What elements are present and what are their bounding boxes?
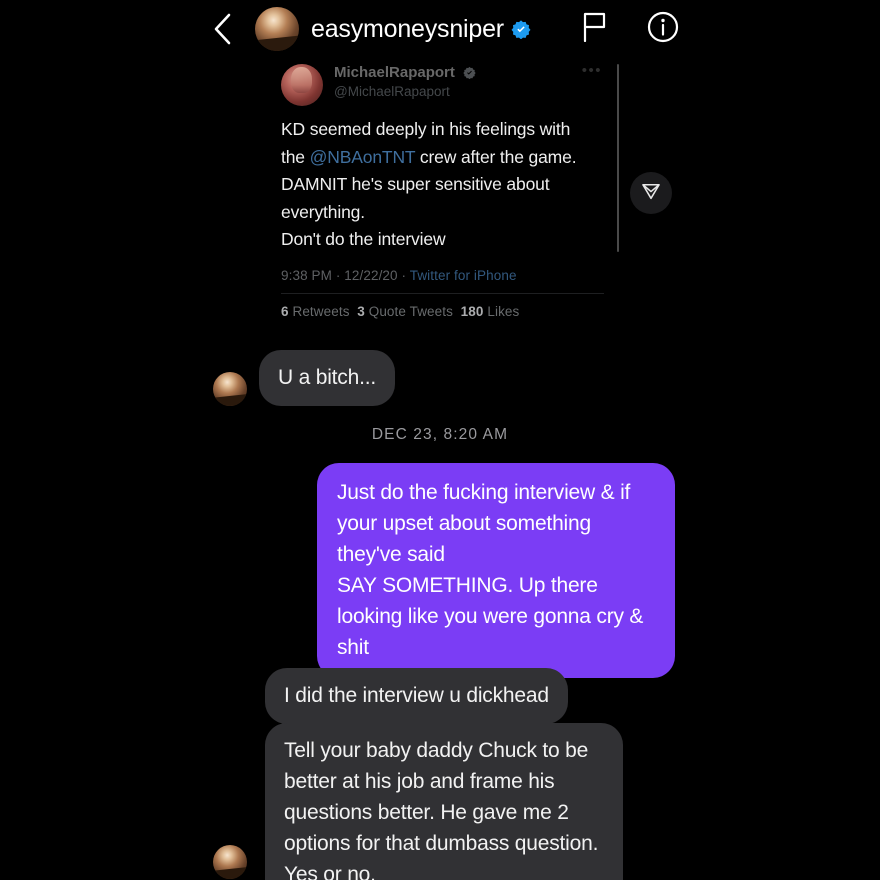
tweet-retweets-count: 6 [281, 303, 289, 319]
page-title[interactable]: easymoneysniper [311, 15, 504, 44]
tweet-quotes-count: 3 [357, 303, 365, 319]
tweet-author-avatar [281, 64, 323, 106]
tweet-body-line-2-post: crew after the game. [415, 146, 577, 167]
direct-message-screen: easymoneysniper MichaelRapaport @Michael… [0, 0, 880, 880]
tweet-retweets-label[interactable]: Retweets [292, 304, 349, 319]
send-share-icon [640, 180, 662, 207]
tweet-stats: 6 Retweets 3 Quote Tweets 180 Likes [265, 294, 620, 319]
message-bubble-incoming[interactable]: U a bitch... [259, 350, 395, 406]
message-bubble-incoming[interactable]: Tell your baby daddy Chuck to be better … [265, 723, 623, 880]
report-flag-button[interactable] [578, 12, 612, 46]
tweet-body-line-2: the @NBAonTNT crew after the game. [281, 144, 604, 172]
tweet-body-line-3: DAMNIT he's super sensitive about [281, 174, 550, 194]
tweet-date: 12/22/20 [344, 267, 398, 283]
tweet-likes-count: 180 [460, 303, 484, 319]
tweet-metadata: 9:38 PM · 12/22/20 · Twitter for iPhone [265, 254, 620, 283]
tweet-body-line-5: Don't do the interview [281, 229, 446, 249]
tweet-header: MichaelRapaport @MichaelRapaport ••• [265, 56, 620, 106]
tweet-meta-sep-2: · [397, 267, 410, 283]
avatar[interactable] [213, 372, 247, 406]
tweet-quotes-label[interactable]: Quote Tweets [369, 304, 453, 319]
verified-badge-icon [511, 19, 531, 40]
list-item: U a bitch... [213, 350, 395, 406]
info-circle-icon [647, 11, 679, 48]
back-button[interactable] [205, 12, 239, 46]
tweet-verified-badge-icon [463, 65, 476, 80]
tweet-body-line-2-pre: the [281, 146, 310, 167]
date-divider: DEC 23, 8:20 AM [371, 426, 509, 443]
tweet-more-button[interactable]: ••• [582, 62, 602, 79]
list-item: Just do the fucking interview & if your … [317, 463, 675, 678]
message-bubble-outgoing[interactable]: Just do the fucking interview & if your … [317, 463, 675, 678]
tweet-body: KD seemed deeply in his feelings with th… [265, 106, 620, 254]
tweet-display-name: MichaelRapaport [334, 63, 476, 82]
tweet-time: 9:38 PM [281, 267, 332, 283]
list-item: Tell your baby daddy Chuck to be better … [265, 723, 623, 880]
shared-tweet-card[interactable]: MichaelRapaport @MichaelRapaport ••• KD … [265, 56, 620, 339]
tweet-source[interactable]: Twitter for iPhone [410, 268, 517, 283]
tweet-display-name-text: MichaelRapaport [334, 64, 455, 81]
tweet-handle: @MichaelRapaport [334, 84, 450, 99]
list-item: I did the interview u dickhead [265, 668, 568, 724]
tweet-meta-sep-1: · [331, 267, 345, 283]
tweet-likes-label[interactable]: Likes [487, 304, 519, 319]
message-bubble-incoming[interactable]: I did the interview u dickhead [265, 668, 568, 724]
conversation-header: easymoneysniper [0, 0, 880, 58]
tweet-mention-link[interactable]: @NBAonTNT [310, 147, 416, 167]
info-button[interactable] [646, 11, 680, 48]
tweet-body-line-1: KD seemed deeply in his feelings with [281, 119, 571, 139]
chevron-left-icon [211, 12, 233, 46]
flag-icon [582, 12, 608, 47]
avatar[interactable] [255, 7, 299, 51]
tweet-author-names: MichaelRapaport @MichaelRapaport [334, 62, 476, 101]
avatar[interactable] [213, 845, 247, 879]
tweet-body-line-4: everything. [281, 201, 365, 222]
share-button[interactable] [630, 172, 672, 214]
